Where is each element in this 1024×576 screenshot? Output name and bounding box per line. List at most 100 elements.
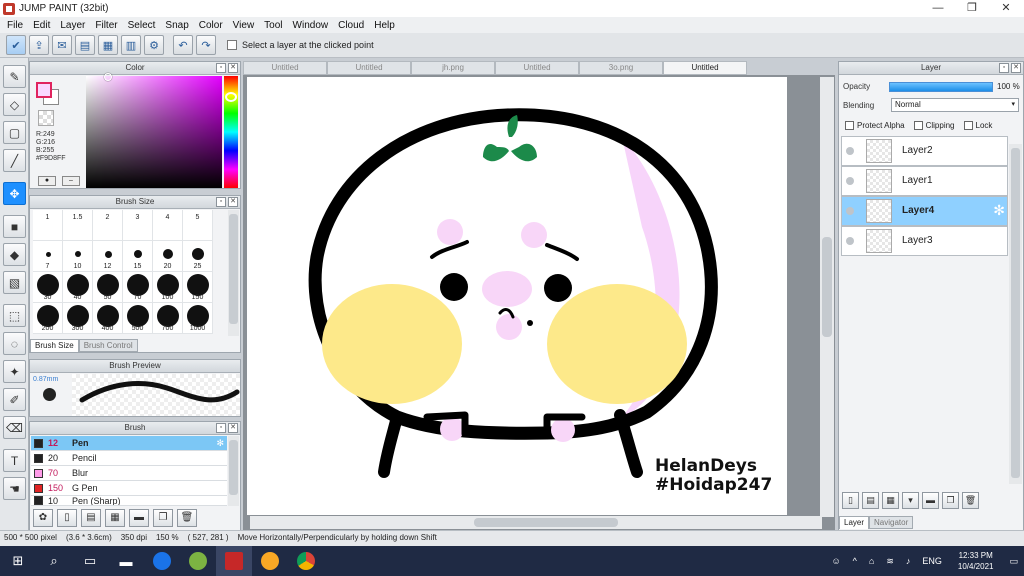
doc-tab-active[interactable]: Untitled [663,61,747,75]
new-layer-1bit-icon[interactable]: ▦ [882,492,899,509]
brush-size-cell[interactable]: 400 [93,303,123,334]
fill-rect-icon[interactable]: ■ [3,215,26,238]
chevron-up-icon[interactable]: ^ [853,556,857,566]
lock-checkbox[interactable] [963,121,973,130]
brush-folder-icon[interactable]: ▬ [129,509,149,527]
brush-export-icon[interactable]: ▦ [105,509,125,527]
brush-size-cell[interactable]: 700 [153,303,183,334]
task-view-icon[interactable]: ▭ [72,546,108,576]
layer-row-layer4[interactable]: Layer4 ✻ [841,196,1008,226]
hue-cursor[interactable] [225,92,237,102]
layer-delete-icon[interactable]: 🗑 [962,492,979,509]
menu-select[interactable]: Select [123,20,161,31]
opacity-slider[interactable] [889,82,993,92]
saturation-value-picker[interactable] [86,76,222,188]
menu-tool[interactable]: Tool [259,20,287,31]
menu-layer[interactable]: Layer [55,20,90,31]
brush-delete-icon[interactable]: 🗑 [177,509,197,527]
layer-folder-icon[interactable]: ▬ [922,492,939,509]
redo-icon[interactable]: ↷ [196,35,216,55]
message-icon[interactable]: ▤ [75,35,95,55]
float-icon[interactable]: ▫ [999,63,1009,73]
float-icon[interactable]: ▫ [216,197,226,207]
menu-view[interactable]: View [228,20,260,31]
brush-size-cell[interactable]: 100 [153,272,183,303]
canvas-vertical-scrollbar[interactable] [820,77,834,517]
float-icon[interactable]: ▫ [216,63,226,73]
select-pen-icon[interactable]: ✐ [3,388,26,411]
brush-size-cell[interactable]: 10 [63,241,93,272]
brush-item-pencil[interactable]: 20 Pencil [31,451,227,466]
layer-list-scrollbar[interactable] [1009,144,1022,484]
move-tool-icon[interactable]: ✥ [3,182,26,205]
doc-tab[interactable]: Untitled [327,61,411,75]
paint-app-icon[interactable] [252,546,288,576]
menu-edit[interactable]: Edit [28,20,55,31]
hand-tool-icon[interactable]: ☚ [3,477,26,500]
gradient-tool-icon[interactable]: ▧ [3,271,26,294]
visibility-icon[interactable] [846,147,854,155]
brush-size-cell[interactable]: 20 [153,241,183,272]
new-layer-8bit-icon[interactable]: ▤ [862,492,879,509]
brush-duplicate-icon[interactable]: ❐ [153,509,173,527]
visibility-icon[interactable] [846,177,854,185]
doc-tab[interactable]: Untitled [243,61,327,75]
layer-settings-gear-icon[interactable]: ✻ [993,202,1005,219]
undo-icon[interactable]: ↶ [173,35,193,55]
brush-item-pen[interactable]: 12 Pen ✻ [31,436,227,451]
close-icon[interactable]: ✕ [228,197,238,207]
tab-layer[interactable]: Layer [839,516,870,529]
minimize-button[interactable]: — [921,0,955,17]
brush-size-cell[interactable]: 2 [93,210,123,241]
brush-size-cell[interactable]: 1.5 [63,210,93,241]
windows-start-icon[interactable]: ⊞ [0,546,36,576]
doc-tab[interactable]: jh.png [411,61,495,75]
eraser-tool-icon[interactable]: ◇ [3,93,26,116]
layer-row-layer1[interactable]: Layer1 [841,166,1008,196]
brush-size-cell[interactable]: 70 [123,272,153,303]
protect-alpha-checkbox[interactable] [845,121,854,130]
menu-color[interactable]: Color [194,20,228,31]
layer-row-layer2[interactable]: Layer2 [841,136,1008,166]
cloud-sync-icon[interactable]: ✔ [6,35,26,55]
brush-size-cell[interactable]: 3 [123,210,153,241]
clipping-option[interactable]: Clipping [913,121,955,130]
brush-menu-icon[interactable]: ▤ [81,509,101,527]
menu-window[interactable]: Window [288,20,334,31]
foreground-color-swatch[interactable] [36,82,52,98]
brush-size-cell[interactable]: 7 [33,241,63,272]
tab-brush-size[interactable]: Brush Size [30,339,79,352]
brush-size-cell[interactable]: 1000 [183,303,213,334]
float-icon[interactable]: ▫ [216,423,226,433]
select-tool-icon[interactable]: ⬚ [3,304,26,327]
drawing-canvas[interactable]: HelanDeys #Hoidap247 [247,77,787,515]
layer-row-layer3[interactable]: Layer3 [841,226,1008,256]
brush-size-cell[interactable]: 25 [183,241,213,272]
brush-item-g-pen[interactable]: 150 G Pen [31,481,227,496]
zalo-app-icon[interactable] [144,546,180,576]
wifi-icon[interactable]: ≋ [886,556,894,567]
select-eraser-icon[interactable]: ⌫ [3,416,26,439]
brush-size-cell[interactable]: 300 [63,303,93,334]
line-tool-icon[interactable]: ╱ [3,149,26,172]
brush-size-cell[interactable]: 30 [33,272,63,303]
brush-size-cell[interactable]: 1 [33,210,63,241]
share-icon[interactable]: ⇪ [29,35,49,55]
brush-size-cell[interactable]: 150 [183,272,213,303]
close-button[interactable]: ✕ [989,0,1023,17]
new-layer-icon[interactable]: ▯ [842,492,859,509]
doc-tab[interactable]: 3o.png [579,61,663,75]
brush-item-pen-sharp[interactable]: 10 Pen (Sharp) [31,496,227,506]
brush-size-cell[interactable]: 12 [93,241,123,272]
canvas-horizontal-scrollbar[interactable] [250,516,822,529]
green-app-icon[interactable] [180,546,216,576]
chrome-icon[interactable] [288,546,324,576]
people-icon[interactable]: ☺ [831,556,840,566]
visibility-icon[interactable] [846,207,854,215]
network-icon[interactable]: ⌂ [869,556,874,566]
text-tool-icon[interactable]: T [3,449,26,472]
menu-file[interactable]: File [2,20,28,31]
brush-size-cell[interactable]: 40 [63,272,93,303]
lock-option[interactable]: Lock [963,121,992,130]
color-mode-button[interactable]: ● [38,176,56,186]
